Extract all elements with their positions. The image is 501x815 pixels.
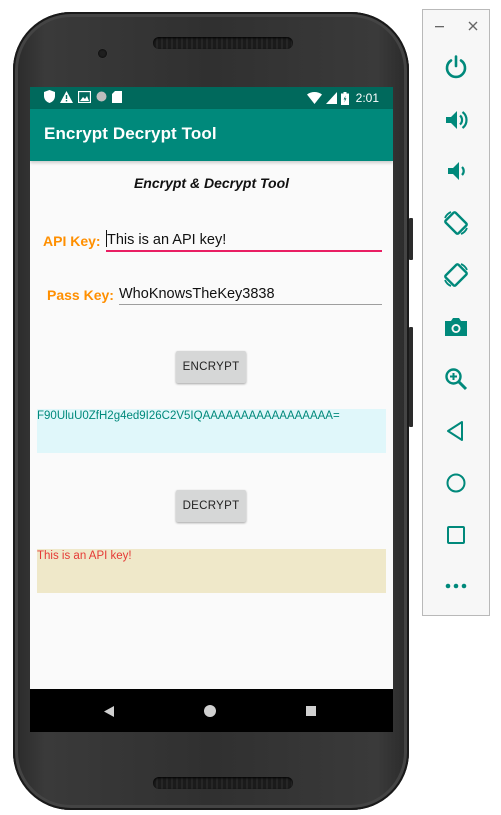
volume-up-button[interactable] [441,105,471,135]
overview-button[interactable] [441,520,471,550]
screenshot-button[interactable] [441,312,471,342]
home-button[interactable] [441,468,471,498]
navigation-bar [30,689,393,732]
status-icons-left [44,90,122,103]
decrypt-button[interactable]: DECRYPT [176,490,246,522]
app-bar: Encrypt Decrypt Tool [30,109,393,161]
encrypt-button[interactable]: ENCRYPT [176,351,246,383]
rotate-right-icon [444,263,468,287]
volume-down-icon [448,162,465,180]
overview-icon [447,526,465,544]
home-icon [446,473,466,493]
stage: 2:01 Encrypt Decrypt Tool Encrypt & Decr… [0,0,501,815]
status-icons-right: 2:01 [306,90,379,106]
rotate-left-icon [444,211,468,235]
zoom-icon [445,368,468,391]
nav-back-icon[interactable] [104,706,114,717]
nav-home-icon[interactable] [204,705,216,717]
zoom-button[interactable] [441,364,471,394]
phone-volume-side-button [409,327,413,427]
rotate-left-button[interactable] [441,208,471,238]
pass-key-label: Pass Key: [47,287,114,303]
more-button[interactable] [441,571,471,601]
emulator-toolbar [422,9,490,616]
volume-up-icon [446,111,468,129]
window-controls [423,20,489,32]
shield-icon [44,90,55,103]
sd-card-icon [112,90,122,103]
decrypted-output: This is an API key! [37,549,386,593]
power-icon [445,55,467,79]
top-speaker [153,37,293,49]
front-camera [98,49,107,58]
circle-icon [96,91,107,102]
api-key-label: API Key: [43,233,101,249]
image-icon [78,90,91,103]
close-icon[interactable] [467,20,479,32]
back-icon [447,421,463,441]
encrypted-output: F90UluU0ZfH2g4ed9I26C2V5IQAAAAAAAAAAAAAA… [37,409,386,453]
wifi-icon [306,92,322,104]
minimize-icon[interactable] [434,20,446,32]
page-heading: Encrypt & Decrypt Tool [133,175,290,191]
signal-icon [325,92,337,104]
warning-icon [60,90,73,103]
pass-key-input[interactable]: WhoKnowsTheKey3838 [119,284,382,305]
app-title: Encrypt Decrypt Tool [44,124,217,143]
rotate-right-button[interactable] [441,260,471,290]
back-button[interactable] [441,416,471,446]
battery-icon [340,91,349,105]
camera-icon [445,318,467,336]
api-key-input[interactable]: This is an API key! [106,230,382,252]
phone-power-side-button [409,218,413,260]
bottom-speaker [153,777,293,789]
phone-screen: 2:01 Encrypt Decrypt Tool Encrypt & Decr… [30,87,393,732]
pass-key-value: WhoKnowsTheKey3838 [119,286,275,302]
nav-recents-icon[interactable] [306,706,316,716]
power-button[interactable] [441,52,471,82]
status-time: 2:01 [355,91,379,105]
status-bar: 2:01 [30,87,393,109]
volume-down-button[interactable] [441,156,471,186]
api-key-value: This is an API key! [107,232,227,248]
more-icon [445,583,467,589]
